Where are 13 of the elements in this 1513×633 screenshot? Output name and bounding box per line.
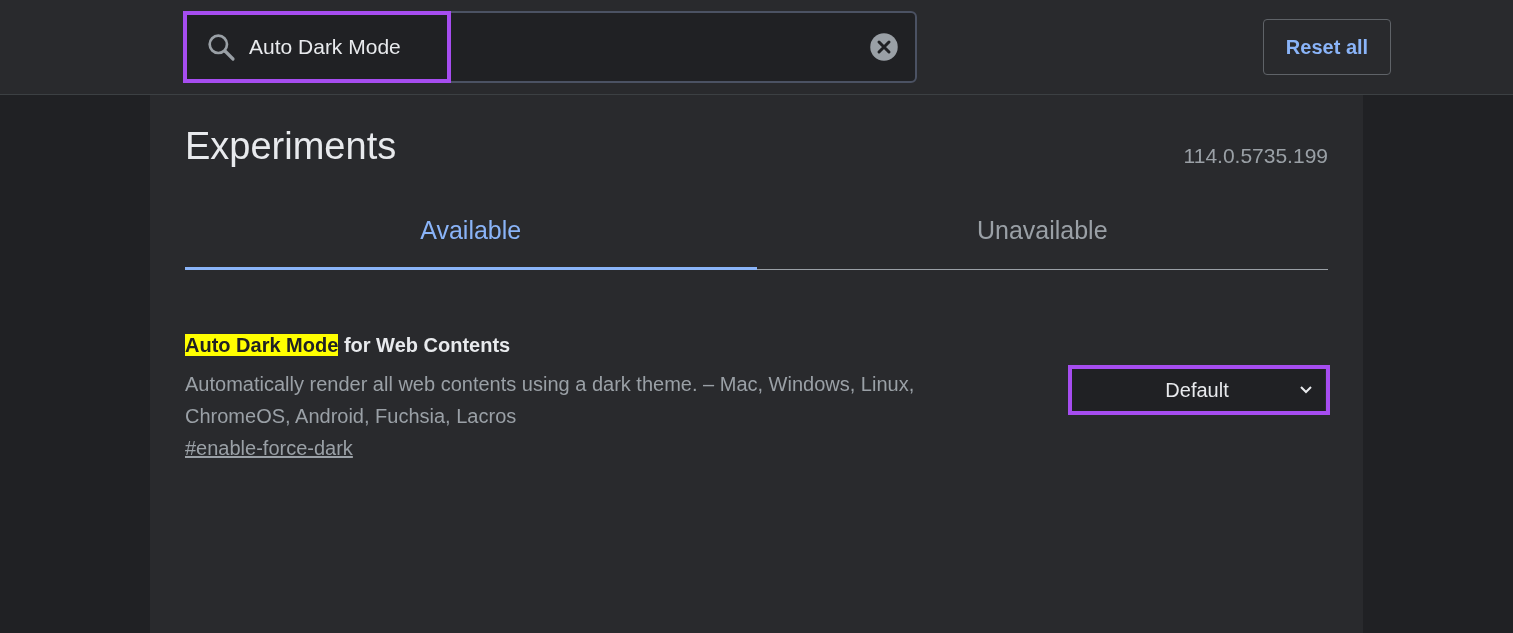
tab[interactable]: Unavailable bbox=[756, 206, 1328, 270]
chevron-down-icon bbox=[1299, 385, 1313, 395]
version-label: 114.0.5735.199 bbox=[1183, 144, 1328, 168]
page-title: Experiments bbox=[185, 125, 397, 168]
experiment-title: Auto Dark Mode for Web Contents bbox=[185, 334, 512, 357]
search-field[interactable]: Auto Dark Mode bbox=[183, 11, 917, 83]
experiment-link[interactable]: #enable-force-dark bbox=[185, 437, 353, 460]
clear-icon[interactable] bbox=[869, 32, 899, 62]
experiment-description: Automatically render all web contents using a dark theme. – Mac, Windows, Linux, ChromeOS, Android, Fuchsia, Lacros bbox=[185, 372, 916, 429]
tab[interactable]: Available bbox=[185, 206, 757, 270]
reset-all-button[interactable]: Reset all bbox=[1263, 19, 1391, 75]
dropdown[interactable]: Default bbox=[1071, 368, 1325, 412]
search-icon bbox=[205, 31, 237, 63]
